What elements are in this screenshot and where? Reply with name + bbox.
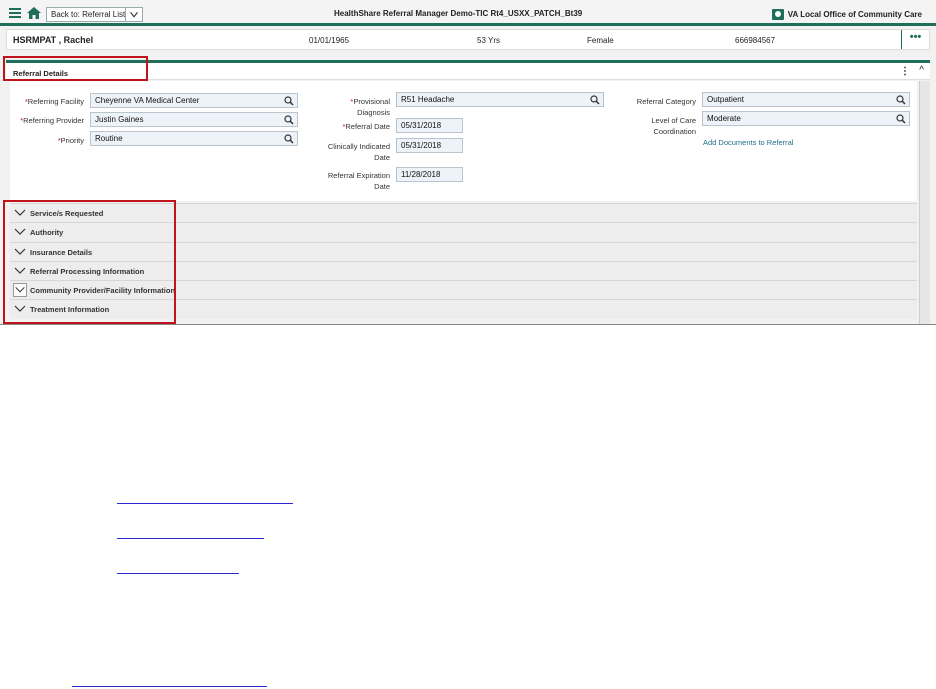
patient-banner: HSRMPAT , Rachel 01/01/1965 53 Yrs Femal… (6, 29, 930, 50)
priority-input[interactable]: Routine (90, 131, 298, 146)
referral-expiration-date-label: Referral Expiration Date (327, 171, 390, 191)
search-icon[interactable] (896, 95, 906, 105)
referring-facility-label: *Referring Facility (24, 97, 84, 106)
referral-details-highlight (3, 56, 148, 81)
search-icon[interactable] (284, 134, 294, 144)
document-link-underline[interactable] (117, 538, 264, 539)
org-label: VA Local Office of Community Care (787, 10, 922, 19)
org-selector[interactable]: VA Local Office of Community Care (771, 9, 922, 20)
provisional-diagnosis-label: *Provisional Diagnosis (350, 97, 390, 117)
referring-facility-input[interactable]: Cheyenne VA Medical Center (90, 93, 298, 108)
patient-sex: Female (587, 36, 614, 45)
app-screenshot: Back to: Referral List HealthShare Refer… (0, 0, 936, 325)
home-icon[interactable] (26, 6, 42, 20)
clinically-indicated-date-label: Clinically Indicated Date (327, 142, 390, 162)
contact-card-icon (771, 9, 784, 20)
collapse-icon[interactable]: ^ (919, 65, 924, 76)
accordion-highlight (3, 200, 176, 324)
provisional-diagnosis-input[interactable]: R51 Headache (396, 92, 604, 107)
referral-date-input[interactable]: 05/31/2018 (396, 118, 463, 133)
referring-provider-input[interactable]: Justin Gaines (90, 112, 298, 127)
top-bar: Back to: Referral List HealthShare Refer… (0, 0, 936, 26)
document-link-underline[interactable] (117, 573, 239, 574)
vertical-scrollbar[interactable] (919, 81, 930, 324)
patient-name: HSRMPAT , Rachel (13, 35, 94, 45)
patient-dob: 01/01/1965 (309, 36, 350, 45)
more-options-button[interactable]: ••• (901, 30, 929, 49)
patient-id: 666984567 (735, 36, 776, 45)
referral-category-label: Referral Category (636, 97, 696, 106)
kebab-menu-icon[interactable]: ⋮ (900, 66, 910, 77)
document-link-underline[interactable] (117, 503, 293, 504)
chevron-down-icon[interactable] (125, 7, 143, 22)
referral-details-form: *Referring Facility Cheyenne VA Medical … (10, 81, 917, 201)
search-icon[interactable] (590, 95, 600, 105)
document-link-underline[interactable] (72, 686, 267, 687)
level-of-care-label: Level of Care Coordination (651, 116, 696, 136)
priority-label: *Priority (57, 136, 84, 145)
search-icon[interactable] (896, 114, 906, 124)
referring-provider-label: *Referring Provider (20, 116, 84, 125)
search-icon[interactable] (284, 96, 294, 106)
referral-category-input[interactable]: Outpatient (702, 92, 910, 107)
referral-expiration-date-input[interactable]: 11/28/2018 (396, 167, 463, 182)
clinically-indicated-date-input[interactable]: 05/31/2018 (396, 138, 463, 153)
patient-age: 53 Yrs (477, 36, 500, 45)
add-documents-link[interactable]: Add Documents to Referral (703, 138, 793, 147)
app-title: HealthShare Referral Manager Demo-TIC Rt… (334, 9, 583, 18)
search-icon[interactable] (284, 115, 294, 125)
referral-date-label: *Referral Date (342, 122, 390, 131)
level-of-care-input[interactable]: Moderate (702, 111, 910, 126)
hamburger-icon[interactable] (9, 8, 21, 18)
back-to-referral-list-button[interactable]: Back to: Referral List (46, 7, 131, 22)
